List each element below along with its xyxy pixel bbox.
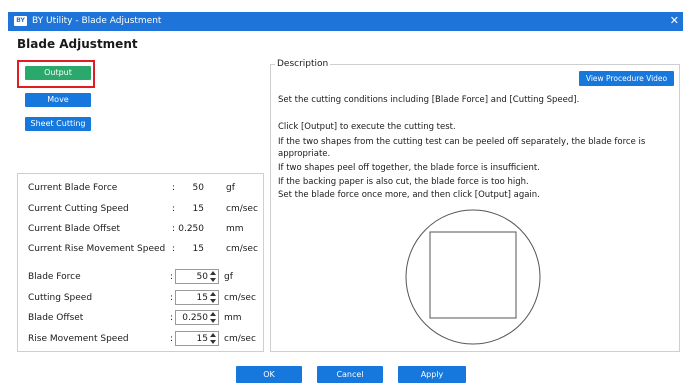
app-icon: BY [14,16,27,26]
current-blade-offset-value: 0.250 [178,224,204,234]
test-square-shape [429,231,517,319]
blade-offset-label: Blade Offset [28,313,84,323]
spin-arrows-icon[interactable] [209,311,218,324]
blade-offset-value: 0.250 [182,313,208,323]
apply-button[interactable]: Apply [398,366,466,383]
output-highlight-box [17,60,95,88]
spin-arrows-icon[interactable] [209,291,218,304]
current-blade-offset-unit: mm [226,224,244,234]
view-procedure-video-button[interactable]: View Procedure Video [579,71,674,86]
title-bar: BY BY Utility - Blade Adjustment ✕ [8,12,683,31]
description-line: Click [Output] to execute the cutting te… [278,122,456,132]
ok-button[interactable]: OK [236,366,302,383]
close-icon[interactable]: ✕ [670,14,679,28]
description-line: If the backing paper is also cut, the bl… [278,177,529,187]
sheet-cutting-button[interactable]: Sheet Cutting [25,117,91,131]
rise-speed-unit: cm/sec [224,334,256,344]
description-line: If two shapes peel off together, the bla… [278,163,540,173]
cutting-speed-value: 15 [196,293,208,303]
rise-speed-stepper[interactable]: 15 [175,331,219,346]
blade-force-stepper[interactable]: 50 [175,269,219,284]
colon: : [170,272,174,282]
description-line: If the two shapes from the cutting test … [278,137,646,147]
blade-force-value: 50 [196,272,208,282]
rise-speed-value: 15 [196,334,208,344]
colon: : [170,313,174,323]
current-blade-force-value: 50 [192,183,204,193]
blade-force-label: Blade Force [28,272,81,282]
current-blade-offset-label: Current Blade Offset [28,224,121,234]
description-title: Description [275,58,331,70]
current-cutting-speed-unit: cm/sec [226,204,258,214]
blade-offset-unit: mm [224,313,242,323]
colon: : [170,293,174,303]
description-line: Set the blade force once more, and then … [278,190,540,200]
colon: : [172,204,176,214]
colon: : [170,334,174,344]
window-title: BY Utility - Blade Adjustment [32,16,162,26]
description-line: Set the cutting conditions including [Bl… [278,95,580,105]
move-button[interactable]: Move [25,93,91,107]
cutting-test-diagram [405,209,541,345]
blade-offset-stepper[interactable]: 0.250 [175,310,219,325]
settings-panel [17,173,264,352]
description-line: appropriate. [278,149,331,159]
spin-arrows-icon[interactable] [209,270,218,283]
cutting-speed-label: Cutting Speed [28,293,93,303]
cutting-speed-stepper[interactable]: 15 [175,290,219,305]
colon: : [172,183,176,193]
page-title: Blade Adjustment [17,37,138,51]
current-blade-force-label: Current Blade Force [28,183,118,193]
current-cutting-speed-label: Current Cutting Speed [28,204,129,214]
current-rise-speed-unit: cm/sec [226,244,258,254]
cancel-button[interactable]: Cancel [317,366,383,383]
cutting-speed-unit: cm/sec [224,293,256,303]
current-rise-speed-label: Current Rise Movement Speed [28,244,166,254]
current-cutting-speed-value: 15 [192,204,204,214]
rise-speed-label: Rise Movement Speed [28,334,129,344]
current-rise-speed-value: 15 [192,244,204,254]
blade-force-unit: gf [224,272,233,282]
colon: : [172,224,176,234]
colon: : [172,244,176,254]
test-circle-shape [405,209,541,345]
spin-arrows-icon[interactable] [209,332,218,345]
current-blade-force-unit: gf [226,183,235,193]
